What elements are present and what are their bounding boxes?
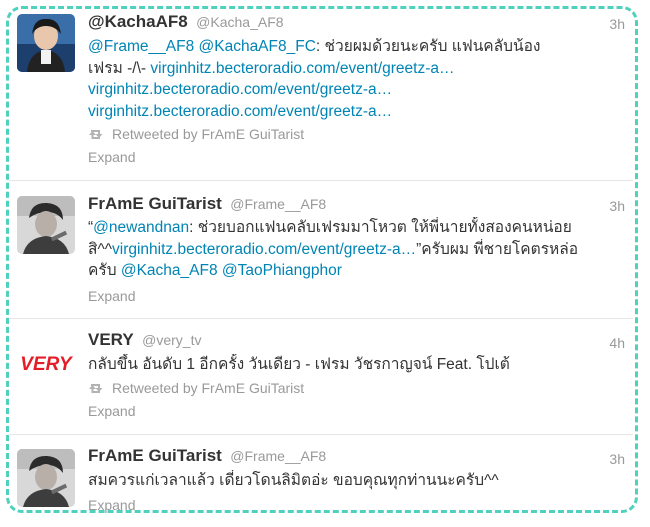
retweet-icon bbox=[88, 382, 106, 398]
user-handle[interactable]: @Kacha_AF8 bbox=[196, 14, 283, 30]
user-handle[interactable]: @Frame__AF8 bbox=[230, 196, 326, 212]
tweet[interactable]: FrAmE GuiTarist @Frame__AF8 3h สมควรแก่เ… bbox=[9, 435, 633, 513]
user-handle[interactable]: @Frame__AF8 bbox=[230, 448, 326, 464]
tweet-text-segment: ครับ bbox=[88, 262, 121, 279]
tweet-text-line: เฟรม -/\- virginhitz.becteroradio.com/ev… bbox=[88, 58, 628, 80]
tweet-text-line: “@newandnan: ช่วยบอกแฟนคลับเฟรมมาโหวต ให… bbox=[88, 217, 628, 239]
expand-link[interactable]: Expand bbox=[88, 497, 135, 513]
retweet-info: Retweeted by FrAmE GuiTarist bbox=[88, 380, 304, 398]
tweet-text-line: virginhitz.becteroradio.com/event/greetz… bbox=[88, 79, 628, 101]
user-name[interactable]: FrAmE GuiTarist bbox=[88, 446, 222, 465]
tweet-text-line: สมควรแก่เวลาแล้ว เดี๋ยวโดนลิมิตอ่ะ ขอบคุ… bbox=[88, 470, 628, 492]
tweet-text-line: virginhitz.becteroradio.com/event/greetz… bbox=[88, 101, 628, 123]
avatar[interactable]: VERY bbox=[17, 333, 75, 391]
avatar[interactable] bbox=[17, 449, 75, 507]
user-name[interactable]: VERY bbox=[88, 330, 134, 349]
retweet-label: Retweeted by FrAmE GuiTarist bbox=[112, 126, 305, 142]
user-name[interactable]: FrAmE GuiTarist bbox=[88, 194, 222, 213]
url-link[interactable]: virginhitz.becteroradio.com/event/greetz… bbox=[88, 81, 392, 98]
tweet-text: “@newandnan: ช่วยบอกแฟนคลับเฟรมมาโหวต ให… bbox=[88, 217, 628, 282]
tweet[interactable]: FrAmE GuiTarist @Frame__AF8 3h “@newandn… bbox=[9, 181, 633, 319]
tweet[interactable]: VERY VERY @very_tv 4h กลับขึ้น อันดับ 1 … bbox=[9, 319, 633, 435]
tweet-text: สมควรแก่เวลาแล้ว เดี๋ยวโดนลิมิตอ่ะ ขอบคุ… bbox=[88, 470, 628, 492]
retweet-icon bbox=[88, 128, 106, 144]
tweet-text: @Frame__AF8 @KachaAF8_FC: ช่วยผมด้วยนะคร… bbox=[88, 36, 628, 122]
user-photo-kacha-icon bbox=[17, 14, 75, 72]
tweet-timestamp[interactable]: 3h bbox=[609, 451, 625, 467]
avatar[interactable] bbox=[17, 14, 75, 72]
url-link[interactable]: virginhitz.becteroradio.com/event/greetz… bbox=[112, 241, 416, 258]
expand-link[interactable]: Expand bbox=[88, 149, 135, 165]
mention-link[interactable]: @newandnan bbox=[93, 219, 189, 236]
tweet-text-line: กลับขึ้น อันดับ 1 อีกครั้ง วันเดียว - เฟ… bbox=[88, 354, 628, 376]
user-handle[interactable]: @very_tv bbox=[142, 332, 201, 348]
tweet-text-segment: สิ^^ bbox=[88, 240, 113, 258]
tweet-timestamp[interactable]: 4h bbox=[609, 335, 625, 351]
retweet-info: Retweeted by FrAmE GuiTarist bbox=[88, 126, 304, 144]
user-name[interactable]: @KachaAF8 bbox=[88, 12, 188, 31]
retweet-label: Retweeted by FrAmE GuiTarist bbox=[112, 380, 305, 396]
tweet-text-segment: ”ครับผม พี่ชายโคตรหล่อ bbox=[416, 240, 579, 258]
mention-link[interactable]: @Kacha_AF8 bbox=[121, 262, 218, 279]
tweet-text-segment: : ช่วยผมด้วยนะครับ แฟนคลับน้อง bbox=[315, 38, 541, 55]
url-link[interactable]: virginhitz.becteroradio.com/event/greetz… bbox=[150, 60, 454, 77]
tweet-text-segment: : ช่วยบอกแฟนคลับเฟรมมาโหวต ให้พี่นายทั้ง… bbox=[189, 219, 572, 236]
very-logo-text: VERY bbox=[20, 354, 74, 375]
mention-link[interactable]: @KachaAF8_FC bbox=[199, 38, 316, 55]
tweet-text-segment: สมควรแก่เวลาแล้ว เดี๋ยวโดนลิมิตอ่ะ ขอบคุ… bbox=[88, 472, 499, 489]
tweet-text-line: สิ^^virginhitz.becteroradio.com/event/gr… bbox=[88, 239, 628, 261]
mention-link[interactable]: @Frame__AF8 bbox=[88, 38, 194, 55]
tweet-text-segment: เฟรม -/\- bbox=[88, 59, 151, 77]
tweet-timestamp[interactable]: 3h bbox=[609, 16, 625, 32]
very-logo-icon: VERY bbox=[17, 333, 75, 391]
tweet-text-line: @Frame__AF8 @KachaAF8_FC: ช่วยผมด้วยนะคร… bbox=[88, 36, 628, 58]
url-link[interactable]: virginhitz.becteroradio.com/event/greetz… bbox=[88, 103, 392, 120]
tweet-text-segment: กลับขึ้น อันดับ 1 อีกครั้ง วันเดียว - เฟ… bbox=[88, 356, 510, 373]
expand-link[interactable]: Expand bbox=[88, 403, 135, 419]
tweet-timestamp[interactable]: 3h bbox=[609, 198, 625, 214]
user-photo-frame-icon bbox=[17, 449, 75, 507]
tweet[interactable]: @KachaAF8 @Kacha_AF8 3h @Frame__AF8 @Kac… bbox=[9, 9, 633, 181]
tweet-text-line: ครับ @Kacha_AF8 @TaoPhiangphor bbox=[88, 260, 628, 282]
expand-link[interactable]: Expand bbox=[88, 288, 135, 304]
avatar[interactable] bbox=[17, 196, 75, 254]
user-photo-frame-icon bbox=[17, 196, 75, 254]
tweet-text: กลับขึ้น อันดับ 1 อีกครั้ง วันเดียว - เฟ… bbox=[88, 354, 628, 376]
mention-link[interactable]: @TaoPhiangphor bbox=[222, 262, 342, 279]
